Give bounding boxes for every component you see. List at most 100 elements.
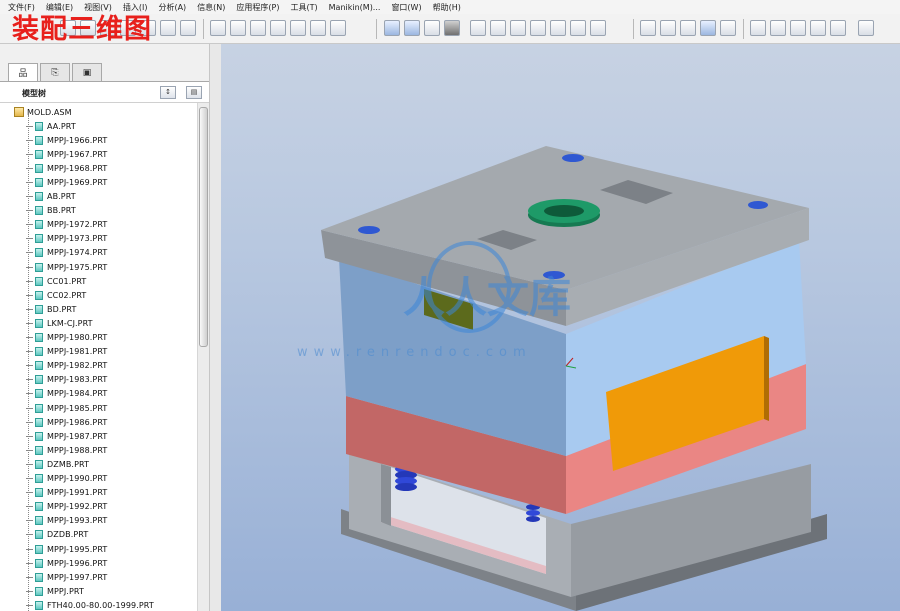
tree-item[interactable]: MPPJ.PRT (26, 585, 84, 597)
tree-item[interactable]: DZDB.PRT (26, 529, 88, 541)
part-icon (35, 417, 43, 427)
menu-item[interactable]: Manikin(M)... (329, 3, 381, 12)
coordinate-systems-toggle-icon[interactable] (810, 20, 826, 36)
find-icon[interactable] (310, 20, 326, 36)
tree-branch (26, 125, 33, 127)
tree-root-item[interactable]: MOLD.ASM (14, 106, 72, 118)
tree-item[interactable]: MPPJ-1973.PRT (26, 233, 107, 245)
tree-item[interactable]: MPPJ-1983.PRT (26, 374, 107, 386)
tree-item-label: MPPJ-1974.PRT (47, 248, 108, 258)
annotation-toggle-icon[interactable] (830, 20, 846, 36)
tree-branch (26, 407, 33, 409)
paste-special-icon[interactable] (270, 20, 286, 36)
tree-item[interactable]: MPPJ-1968.PRT (26, 162, 107, 174)
zoom-out-icon[interactable] (510, 20, 526, 36)
no-hidden-icon[interactable] (680, 20, 696, 36)
tree-item[interactable]: MPPJ-1975.PRT (26, 261, 107, 273)
tree-item[interactable]: MPPJ-1974.PRT (26, 247, 107, 259)
tree-item[interactable]: AA.PRT (26, 120, 76, 132)
select-icon[interactable] (330, 20, 346, 36)
tree-scroll-thumb[interactable] (199, 107, 208, 347)
menu-item[interactable]: 应用程序(P) (236, 2, 279, 13)
layers-icon[interactable] (590, 20, 606, 36)
tree-item[interactable]: MPPJ-1988.PRT (26, 444, 107, 456)
panel-splitter[interactable] (209, 44, 221, 611)
menu-item[interactable]: 视图(V) (84, 2, 112, 13)
datum-plane-icon[interactable] (384, 20, 400, 36)
wireframe-icon[interactable] (640, 20, 656, 36)
tab-model-tree[interactable]: 品 (8, 63, 38, 81)
tab-favorites[interactable]: ▣ (72, 63, 102, 81)
datum-planes-toggle-icon[interactable] (750, 20, 766, 36)
menu-item[interactable]: 信息(N) (197, 2, 225, 13)
tree-item[interactable]: MPPJ-1980.PRT (26, 332, 107, 344)
cut-icon[interactable] (210, 20, 226, 36)
menu-item[interactable]: 帮助(H) (433, 2, 461, 13)
menu-item[interactable]: 窗口(W) (391, 2, 421, 13)
menu-item[interactable]: 工具(T) (291, 2, 318, 13)
shaded-icon[interactable] (700, 20, 716, 36)
tree-item[interactable]: MPPJ-1967.PRT (26, 148, 107, 160)
shading-icon[interactable] (444, 20, 460, 36)
redo-icon[interactable] (180, 20, 196, 36)
tree-item[interactable]: DZMB.PRT (26, 458, 89, 470)
zoom-in-icon[interactable] (490, 20, 506, 36)
tree-item[interactable]: MPPJ-1997.PRT (26, 571, 107, 583)
part-icon (35, 276, 43, 286)
datum-axis-icon[interactable] (404, 20, 420, 36)
tree-branch (26, 463, 33, 465)
tree-item[interactable]: MPPJ-1966.PRT (26, 134, 107, 146)
tree-item[interactable]: BB.PRT (26, 205, 76, 217)
pan-icon[interactable] (470, 20, 486, 36)
tree-scrollbar[interactable] (197, 103, 209, 611)
tree-item[interactable]: MPPJ-1972.PRT (26, 219, 107, 231)
locating-ring-bore (544, 205, 584, 217)
context-help-icon[interactable] (858, 20, 874, 36)
tree-item-label: CC02.PRT (47, 290, 87, 300)
part-icon (35, 220, 43, 230)
undo-icon[interactable] (160, 20, 176, 36)
navigator-panel: 品 ⎘ ▣ 模型树 ↕ ▤ MOLD.ASM AA.PRT MPPJ-1966.P… (0, 44, 216, 611)
tree-item[interactable]: MPPJ-1982.PRT (26, 360, 107, 372)
tree-item[interactable]: MPPJ-1986.PRT (26, 416, 107, 428)
datum-axes-toggle-icon[interactable] (770, 20, 786, 36)
tree-item[interactable]: AB.PRT (26, 191, 76, 203)
graphics-window[interactable]: 人人文库 www.renrendoc.com (221, 44, 900, 611)
tab-folder-browser[interactable]: ⎘ (40, 63, 70, 81)
tree-item[interactable]: FTH40.00-80.00-1999.PRT (26, 599, 154, 611)
tree-item[interactable]: MPPJ-1993.PRT (26, 515, 107, 527)
menu-item[interactable]: 文件(F) (8, 2, 35, 13)
hidden-line-icon[interactable] (660, 20, 676, 36)
regenerate-icon[interactable] (290, 20, 306, 36)
part-icon (35, 431, 43, 441)
tree-item[interactable]: MPPJ-1992.PRT (26, 501, 107, 513)
tree-item[interactable]: LKM-CJ.PRT (26, 317, 93, 329)
tree-item[interactable]: MPPJ-1987.PRT (26, 430, 107, 442)
paste-icon[interactable] (250, 20, 266, 36)
menu-item[interactable]: 插入(I) (123, 2, 148, 13)
tree-filters-icon[interactable]: ▤ (186, 86, 202, 99)
refit-icon[interactable] (530, 20, 546, 36)
tree-item[interactable]: BD.PRT (26, 303, 76, 315)
tree-item[interactable]: MPPJ-1985.PRT (26, 402, 107, 414)
menu-item[interactable]: 编辑(E) (46, 2, 73, 13)
tree-item[interactable]: MPPJ-1981.PRT (26, 346, 107, 358)
saved-views-icon[interactable] (570, 20, 586, 36)
spin-center-icon[interactable] (424, 20, 440, 36)
tree-settings-icon[interactable]: ↕ (160, 86, 176, 99)
tree-item[interactable]: MPPJ-1991.PRT (26, 487, 107, 499)
tree-item[interactable]: CC02.PRT (26, 289, 86, 301)
menu-item[interactable]: 分析(A) (158, 2, 186, 13)
reorient-icon[interactable] (550, 20, 566, 36)
tree-branch (26, 379, 33, 381)
datum-points-toggle-icon[interactable] (790, 20, 806, 36)
tree-item[interactable]: MPPJ-1969.PRT (26, 176, 107, 188)
tree-item[interactable]: CC01.PRT (26, 275, 86, 287)
tree-item[interactable]: MPPJ-1996.PRT (26, 557, 107, 569)
tree-item[interactable]: MPPJ-1984.PRT (26, 388, 107, 400)
copy-icon[interactable] (230, 20, 246, 36)
tree-item-label: AB.PRT (47, 192, 76, 201)
tree-item[interactable]: MPPJ-1995.PRT (26, 543, 107, 555)
tree-item[interactable]: MPPJ-1990.PRT (26, 473, 107, 485)
appearance-icon[interactable] (720, 20, 736, 36)
